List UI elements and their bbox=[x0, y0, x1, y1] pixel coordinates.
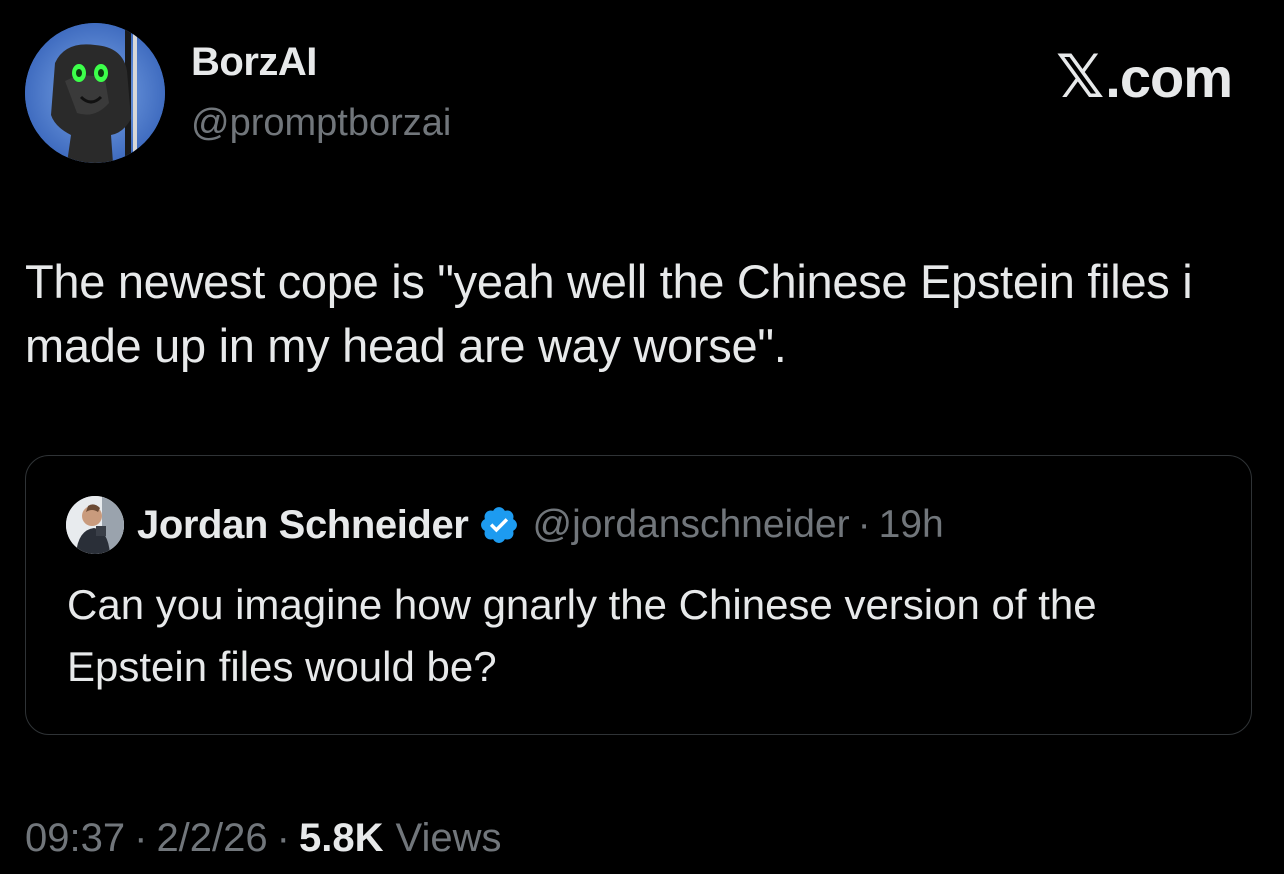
x-com-watermark: 𝕏 .com bbox=[1055, 42, 1233, 112]
quoted-tweet-header: Jordan Schneider @jordanschneider · 19h bbox=[66, 496, 944, 554]
quoted-tweet-card[interactable]: Jordan Schneider @jordanschneider · 19h … bbox=[25, 455, 1252, 735]
views-count[interactable]: 5.8K bbox=[299, 816, 384, 861]
quoted-author-display-name[interactable]: Jordan Schneider bbox=[137, 503, 469, 548]
brand-domain: .com bbox=[1105, 45, 1233, 109]
x-logo-icon: 𝕏 bbox=[1055, 43, 1104, 110]
author-avatar-image bbox=[25, 23, 165, 163]
tweet-text: The newest cope is "yeah well the Chines… bbox=[25, 255, 1193, 372]
views-label: Views bbox=[395, 815, 502, 860]
author-avatar[interactable] bbox=[25, 23, 165, 163]
separator-dot: · bbox=[857, 503, 871, 546]
tweet-meta: 09:37 · 2/2/26 · 5.8K Views bbox=[25, 812, 501, 864]
separator-dot: · bbox=[134, 815, 148, 860]
separator-dot: · bbox=[276, 815, 290, 860]
author-handle[interactable]: @promptborzai bbox=[191, 102, 451, 145]
quoted-author-avatar-image bbox=[66, 496, 124, 554]
quoted-author-handle[interactable]: @jordanschneider bbox=[532, 503, 849, 547]
author-display-name[interactable]: BorzAI bbox=[191, 40, 317, 85]
quoted-author-avatar[interactable] bbox=[66, 496, 124, 554]
quoted-tweet-text: Can you imagine how gnarly the Chinese v… bbox=[67, 581, 1097, 690]
quoted-tweet-timestamp[interactable]: 19h bbox=[879, 503, 944, 547]
tweet-date[interactable]: 2/2/26 bbox=[156, 816, 267, 861]
tweet-time[interactable]: 09:37 bbox=[25, 816, 125, 861]
verified-badge-icon bbox=[481, 507, 518, 543]
